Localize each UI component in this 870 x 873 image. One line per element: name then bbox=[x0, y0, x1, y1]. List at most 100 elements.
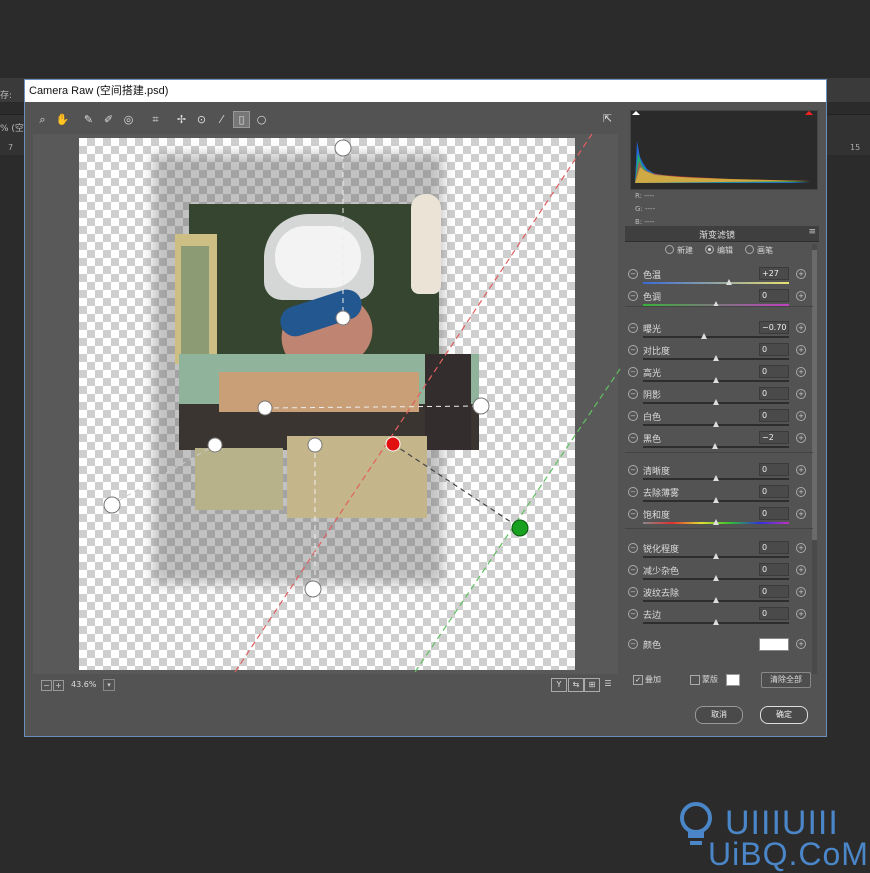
decrease-icon[interactable]: − bbox=[628, 639, 638, 649]
zoom-out-button[interactable]: − bbox=[41, 680, 52, 691]
radio-icon[interactable] bbox=[745, 245, 754, 254]
decrease-icon[interactable]: − bbox=[628, 565, 638, 575]
zoom-icon[interactable]: ⌕ bbox=[35, 112, 50, 127]
increase-icon[interactable]: + bbox=[796, 323, 806, 333]
slider-track[interactable] bbox=[643, 282, 789, 284]
spot-removal-icon[interactable]: ✢ bbox=[174, 112, 189, 127]
radio-icon[interactable] bbox=[665, 245, 674, 254]
radial-filter-icon[interactable]: ○ bbox=[254, 112, 269, 127]
slider-value-field[interactable]: −2 bbox=[759, 431, 789, 444]
decrease-icon[interactable]: − bbox=[628, 609, 638, 619]
crop-icon[interactable]: ⌗ bbox=[148, 112, 163, 127]
slider-value-field[interactable]: +27 bbox=[759, 267, 789, 280]
red-eye-icon[interactable]: ⊙ bbox=[194, 112, 209, 127]
swap-view-button[interactable]: ⊞ bbox=[584, 678, 600, 692]
decrease-icon[interactable]: − bbox=[628, 487, 638, 497]
increase-icon[interactable]: + bbox=[796, 509, 806, 519]
graduated-filter-icon[interactable]: ▯ bbox=[233, 111, 250, 128]
increase-icon[interactable]: + bbox=[796, 543, 806, 553]
decrease-icon[interactable]: − bbox=[628, 291, 638, 301]
slider-value-field[interactable]: 0 bbox=[759, 541, 789, 554]
slider-value-field[interactable]: −0.70 bbox=[759, 321, 789, 334]
slider-thumb[interactable] bbox=[713, 475, 719, 481]
slider-track[interactable] bbox=[643, 336, 789, 338]
slider-thumb[interactable] bbox=[713, 597, 719, 603]
decrease-icon[interactable]: − bbox=[628, 411, 638, 421]
mode-new[interactable]: 新建 bbox=[665, 245, 693, 256]
slider-thumb[interactable] bbox=[713, 377, 719, 383]
mask-color-swatch[interactable] bbox=[726, 674, 740, 686]
zoom-dropdown-icon[interactable]: ▾ bbox=[103, 679, 115, 691]
image-preview[interactable] bbox=[33, 134, 618, 674]
slider-thumb[interactable] bbox=[713, 575, 719, 581]
slider-value-field[interactable]: 0 bbox=[759, 463, 789, 476]
slider-value-field[interactable]: 0 bbox=[759, 607, 789, 620]
decrease-icon[interactable]: − bbox=[628, 433, 638, 443]
increase-icon[interactable]: + bbox=[796, 433, 806, 443]
decrease-icon[interactable]: − bbox=[628, 509, 638, 519]
white-balance-icon[interactable]: ✎ bbox=[81, 112, 96, 127]
slider-value-field[interactable]: 0 bbox=[759, 507, 789, 520]
mask-checkbox[interactable] bbox=[690, 675, 700, 685]
ok-button[interactable]: 确定 bbox=[760, 706, 808, 724]
compare-view-button[interactable]: ⇆ bbox=[568, 678, 584, 692]
decrease-icon[interactable]: − bbox=[628, 323, 638, 333]
slider-thumb[interactable] bbox=[713, 519, 719, 525]
increase-icon[interactable]: + bbox=[796, 487, 806, 497]
mode-edit[interactable]: 编辑 bbox=[705, 245, 733, 256]
slider-thumb[interactable] bbox=[713, 619, 719, 625]
cancel-button[interactable]: 取消 bbox=[695, 706, 743, 724]
slider-thumb[interactable] bbox=[701, 333, 708, 339]
view-mode-button[interactable]: Y bbox=[551, 678, 567, 692]
slider-thumb[interactable] bbox=[713, 421, 719, 427]
view-settings-icon[interactable]: ☰ bbox=[601, 678, 615, 690]
increase-icon[interactable]: + bbox=[796, 465, 806, 475]
slider-value-field[interactable]: 0 bbox=[759, 343, 789, 356]
slider-thumb[interactable] bbox=[713, 553, 719, 559]
increase-icon[interactable]: + bbox=[796, 389, 806, 399]
increase-icon[interactable]: + bbox=[796, 565, 806, 575]
adjustment-brush-icon[interactable]: ⁄ bbox=[214, 112, 229, 127]
decrease-icon[interactable]: − bbox=[628, 345, 638, 355]
highlight-clipping-icon[interactable] bbox=[805, 111, 813, 115]
shadow-clipping-icon[interactable] bbox=[632, 111, 640, 115]
decrease-icon[interactable]: − bbox=[628, 367, 638, 377]
slider-value-field[interactable]: 0 bbox=[759, 387, 789, 400]
slider-thumb[interactable] bbox=[713, 355, 719, 361]
increase-icon[interactable]: + bbox=[796, 639, 806, 649]
slider-value-field[interactable]: 0 bbox=[759, 485, 789, 498]
clear-all-button[interactable]: 清除全部 bbox=[761, 672, 811, 688]
slider-thumb[interactable] bbox=[726, 279, 733, 285]
slider-thumb[interactable] bbox=[713, 497, 719, 503]
increase-icon[interactable]: + bbox=[796, 609, 806, 619]
panel-menu-icon[interactable]: ≡ bbox=[808, 227, 816, 237]
open-preferences-icon[interactable]: ⇱ bbox=[603, 112, 617, 125]
color-sampler-icon[interactable]: ✐ bbox=[101, 112, 116, 127]
slider-value-field[interactable]: 0 bbox=[759, 563, 789, 576]
slider-value-field[interactable]: 0 bbox=[759, 409, 789, 422]
zoom-level[interactable]: 43.6% bbox=[71, 680, 96, 689]
slider-value-field[interactable]: 0 bbox=[759, 585, 789, 598]
hand-icon[interactable]: ✋ bbox=[55, 112, 70, 127]
slider-value-field[interactable]: 0 bbox=[759, 289, 789, 302]
slider-thumb[interactable] bbox=[713, 399, 719, 405]
slider-thumb[interactable] bbox=[711, 443, 718, 449]
overlay-checkbox[interactable]: ✓ bbox=[633, 675, 643, 685]
decrease-icon[interactable]: − bbox=[628, 465, 638, 475]
mode-brush[interactable]: 画笔 bbox=[745, 245, 773, 256]
decrease-icon[interactable]: − bbox=[628, 389, 638, 399]
radio-icon[interactable] bbox=[705, 245, 714, 254]
slider-value-field[interactable]: 0 bbox=[759, 365, 789, 378]
decrease-icon[interactable]: − bbox=[628, 587, 638, 597]
increase-icon[interactable]: + bbox=[796, 291, 806, 301]
increase-icon[interactable]: + bbox=[796, 345, 806, 355]
increase-icon[interactable]: + bbox=[796, 367, 806, 377]
increase-icon[interactable]: + bbox=[796, 411, 806, 421]
decrease-icon[interactable]: − bbox=[628, 543, 638, 553]
targeted-adjustment-icon[interactable]: ◎ bbox=[121, 112, 136, 127]
decrease-icon[interactable]: − bbox=[628, 269, 638, 279]
color-swatch[interactable] bbox=[759, 638, 789, 651]
increase-icon[interactable]: + bbox=[796, 269, 806, 279]
increase-icon[interactable]: + bbox=[796, 587, 806, 597]
zoom-in-button[interactable]: + bbox=[53, 680, 64, 691]
